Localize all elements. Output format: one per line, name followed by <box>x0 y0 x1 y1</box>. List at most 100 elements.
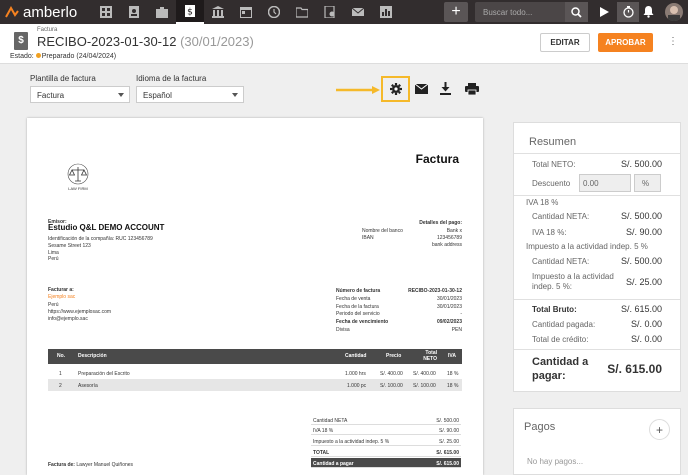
tax-label: Impuesto a la actividad indep. 5 %: <box>532 272 614 291</box>
scales-icon <box>67 163 89 185</box>
amount-due-value: S/. 615.00 <box>607 362 662 376</box>
bank-icon[interactable] <box>204 0 232 24</box>
breadcrumb[interactable]: Factura <box>37 27 57 33</box>
iva-section-title: IVA 18 % <box>526 198 559 207</box>
totals-row: TOTAL S/. 615.00 <box>311 447 461 457</box>
user-avatar[interactable] <box>665 3 683 21</box>
credit-value: S/. 0.00 <box>630 334 662 344</box>
add-payment-button[interactable]: + <box>649 419 670 440</box>
total-neto-value: S/. 500.00 <box>620 159 662 169</box>
invoice-document-icon: $ <box>14 32 28 50</box>
language-selected-value: Español <box>143 91 172 100</box>
payment-details-title: Detalles del pago: <box>419 220 462 226</box>
summary-title: Resumen <box>529 136 577 148</box>
summary-panel: Resumen Total NETO: S/. 500.00 Descuento… <box>513 122 681 392</box>
time-icon[interactable] <box>260 0 288 24</box>
search-button[interactable] <box>565 2 588 22</box>
documents-icon[interactable] <box>316 0 344 24</box>
discount-unit-select[interactable]: % <box>634 174 661 192</box>
email-icon[interactable] <box>415 84 428 94</box>
quick-add-button[interactable]: + <box>444 2 468 22</box>
timer-button[interactable] <box>617 2 639 22</box>
divider <box>514 349 680 350</box>
status-line: Estado: Preparado (24/04/2024) <box>10 53 116 60</box>
bank-details: Nombre del banco Bank x IBAN 123456789 ban… <box>362 228 462 248</box>
totals-row: IVA 18 % S/. 90.00 <box>311 425 461 435</box>
paid-value: S/. 0.00 <box>630 319 662 329</box>
chevron-down-icon <box>118 93 124 97</box>
template-label: Plantilla de factura <box>30 74 96 83</box>
status-value: Preparado (24/04/2024) <box>41 53 117 60</box>
divider <box>514 153 680 154</box>
invoice-meta: Número de factura RECIBO-2023-01-30-12 Fe… <box>336 288 462 333</box>
template-selected-value: Factura <box>37 91 65 100</box>
tax-section-title: Impuesto a la actividad indep. 5 % <box>526 242 648 251</box>
edit-button[interactable]: EDITAR <box>540 33 590 52</box>
iva-label: IVA 18 %: <box>532 228 567 237</box>
stopwatch-icon <box>622 6 634 18</box>
more-options-icon[interactable]: ⋮ <box>668 36 678 47</box>
issuer-details: Identificación de la compañía: RUC 12345… <box>48 236 153 263</box>
amberlo-logo-icon <box>5 6 19 18</box>
notifications-button[interactable] <box>643 5 654 23</box>
settings-button[interactable] <box>381 76 410 102</box>
folder-icon[interactable] <box>288 0 316 24</box>
divider <box>514 195 680 196</box>
credit-label: Total de crédito: <box>532 335 589 344</box>
billto-details: Perú https://www.ejemplosac.com info@eje… <box>48 302 112 322</box>
tax-neta-value: S/. 500.00 <box>620 256 662 266</box>
chevron-down-icon <box>232 93 238 97</box>
totals-row: Impuesto a la actividad indep. 5 % S/. 25… <box>311 436 461 446</box>
main-nav: $ <box>92 0 400 24</box>
billing-icon[interactable]: $ <box>176 0 204 24</box>
search-icon <box>571 6 582 18</box>
mail-icon[interactable] <box>344 0 372 24</box>
dashboard-icon[interactable] <box>92 0 120 24</box>
discount-input[interactable]: 0.00 <box>579 174 631 192</box>
print-icon[interactable] <box>465 83 479 95</box>
totals-row: Cantidad NETA S/. 500.00 <box>311 415 461 425</box>
billto-label: Facturar a: <box>48 287 74 293</box>
play-icon <box>599 7 609 17</box>
paid-label: Cantidad pagada: <box>532 320 596 329</box>
approve-button[interactable]: APROBAR <box>598 33 653 52</box>
contacts-icon[interactable] <box>120 0 148 24</box>
invoice-header: $ Factura RECIBO-2023-01-30-12 (30/01/20… <box>0 24 688 64</box>
template-select[interactable]: Factura <box>30 86 130 103</box>
invoice-preview: Factura LAW FIRM Emisor: Estudio Q&L DEM… <box>27 118 483 475</box>
table-row: 1 Preparación del Escrito 1.000 hrs S/. … <box>59 371 459 377</box>
law-firm-logo: LAW FIRM <box>63 163 93 191</box>
language-label: Idioma de la factura <box>136 74 207 83</box>
table-row: 2 Asesoría 1.000 pc S/. 100.00 S/. 100.0… <box>48 379 462 391</box>
start-timer-button[interactable] <box>594 2 614 22</box>
amount-due-row: Cantidad a pagar S/. 615.00 <box>311 458 461 468</box>
total-neto-label: Total NETO: <box>532 160 576 169</box>
status-dot-icon <box>35 53 41 58</box>
invoiced-by: Factura de: Lawyer Manuel Quiñones <box>48 462 134 468</box>
app-name: amberlo <box>23 3 78 21</box>
plus-icon: + <box>451 3 461 20</box>
gross-total-label: Total Bruto: <box>532 305 577 314</box>
gear-icon <box>389 83 402 95</box>
discount-label: Descuento <box>532 179 571 188</box>
iva-neta-value: S/. 500.00 <box>620 211 662 221</box>
divider <box>514 299 680 300</box>
amount-due-label: Cantidad a pagar: <box>532 356 589 382</box>
reports-icon[interactable] <box>372 0 400 24</box>
page-title: RECIBO-2023-01-30-12 (30/01/2023) <box>37 34 254 49</box>
gross-total-value: S/. 615.00 <box>620 304 662 314</box>
language-select[interactable]: Español <box>136 86 244 103</box>
svg-text:$: $ <box>187 8 193 18</box>
iva-neta-label: Cantidad NETA: <box>532 212 590 221</box>
payments-title: Pagos <box>524 421 556 433</box>
highlight-arrow-icon <box>336 86 380 94</box>
bell-icon <box>643 6 654 18</box>
top-navigation-bar: amberlo $ + Buscar todo... <box>0 0 688 24</box>
download-icon[interactable] <box>440 82 451 95</box>
cases-icon[interactable] <box>148 0 176 24</box>
invoice-title: Factura <box>415 152 459 166</box>
payments-panel: Pagos + No hay pagos... <box>513 408 681 475</box>
app-logo[interactable]: amberlo <box>0 0 92 24</box>
issuer-name: Estudio Q&L DEMO ACCOUNT <box>48 223 165 232</box>
calendar-icon[interactable] <box>232 0 260 24</box>
